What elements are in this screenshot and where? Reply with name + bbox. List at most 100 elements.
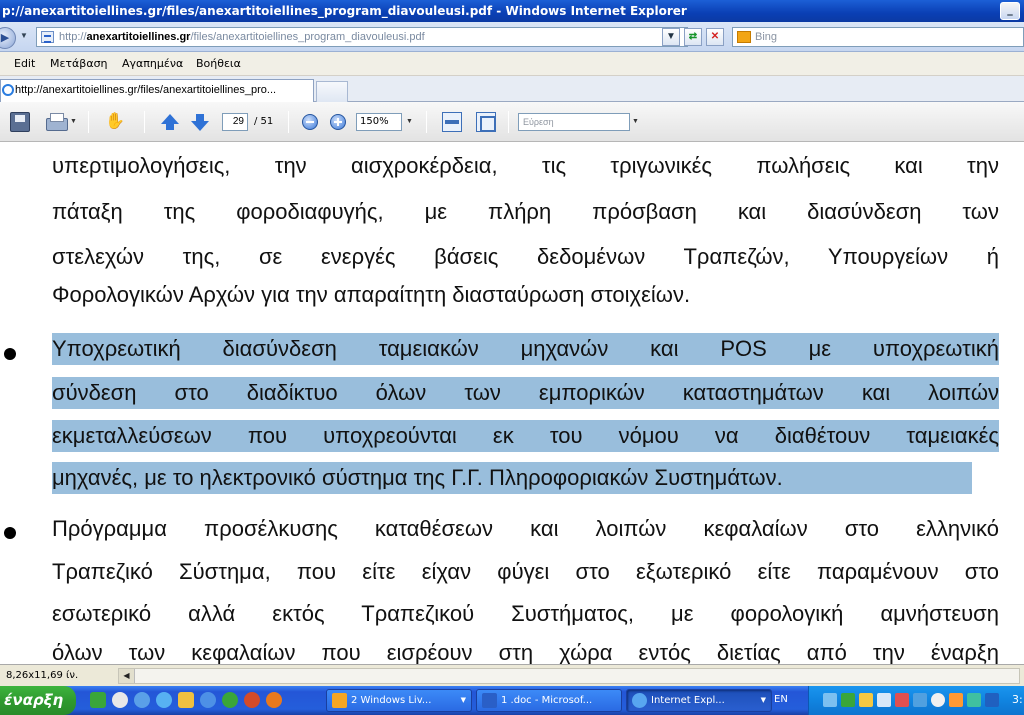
start-button[interactable]: έναρξη (0, 686, 76, 715)
menu-edit[interactable]: Edit (14, 52, 35, 76)
pdf-document-view[interactable]: υπερτιμολογήσεις, την αισχροκέρδεια, τις… (0, 142, 1024, 664)
highlighted-line: Υποχρεωτική διασύνδεση ταμειακών μηχανών… (52, 333, 999, 365)
find-dropdown-icon[interactable]: ▼ (632, 112, 640, 132)
highlighted-line: σύνδεση στο διαδίκτυο όλων των εμπορικών… (52, 377, 999, 409)
document-line: εσωτερικό αλλά εκτός Τραπεζικού Συστήματ… (52, 601, 999, 626)
zoom-level-input[interactable]: 150% (356, 113, 402, 131)
fit-width-icon[interactable] (442, 112, 462, 132)
menu-help[interactable]: Βοήθεια (196, 52, 241, 76)
page-total: / 51 (254, 116, 274, 127)
document-line: στελεχών της, σε ενεργές βάσεις δεδομένω… (52, 244, 999, 269)
tray-icon[interactable] (895, 693, 909, 707)
document-line: πάταξη της φοροδιαφυγής, με πλήρη πρόσβα… (52, 199, 999, 224)
highlighted-line: μηχανές, με το ηλεκτρονικό σύστημα της Γ… (52, 462, 972, 494)
bing-icon (737, 31, 751, 43)
taskbar-button-ie[interactable]: Internet Expl... ▼ (626, 689, 772, 712)
tray-icon[interactable] (823, 693, 837, 707)
app-icon[interactable] (222, 692, 238, 708)
chevron-down-icon: ▼ (460, 696, 466, 704)
app-icon[interactable] (134, 692, 150, 708)
stop-icon[interactable]: ✕ (706, 28, 724, 46)
next-page-icon[interactable] (190, 112, 210, 132)
toolbar-separator (144, 111, 145, 133)
toolbar-separator (508, 111, 509, 133)
print-icon[interactable] (44, 112, 68, 132)
print-dropdown-icon[interactable]: ▼ (70, 112, 78, 132)
url-dropdown-icon[interactable]: ▼ (662, 28, 680, 46)
search-input[interactable]: Bing (732, 27, 1024, 47)
minimize-button[interactable]: _ (1000, 2, 1020, 20)
refresh-icon[interactable]: ⇄ (684, 28, 702, 46)
word-icon (482, 693, 497, 708)
language-indicator[interactable]: EN (774, 692, 788, 708)
search-placeholder: Bing (755, 31, 778, 43)
bullet-marker (4, 527, 16, 539)
tab-row: http://anexartitoiellines.gr/files/anexa… (0, 76, 1024, 102)
scroll-left-icon[interactable]: ◀ (119, 669, 135, 683)
pdf-toolbar: ▼ ✋ 29 / 51 150% ▼ Εύρεση ▼ (0, 102, 1024, 142)
folder-icon[interactable] (178, 692, 194, 708)
document-line: υπερτιμολογήσεις, την αισχροκέρδεια, τις… (52, 153, 999, 178)
url-host: anexartitoiellines.gr (86, 31, 191, 43)
ie-icon[interactable] (156, 692, 172, 708)
app-icon[interactable] (112, 692, 128, 708)
tray-icon[interactable] (913, 693, 927, 707)
app-icon[interactable] (90, 692, 106, 708)
window-title-bar[interactable]: p://anexartitoiellines.gr/files/anexarti… (0, 0, 1024, 22)
taskbar-button-word[interactable]: 1 .doc - Microsof... (476, 689, 622, 712)
url-prefix: http:// (59, 31, 87, 43)
clock: 3: (1012, 693, 1023, 706)
hand-tool-icon[interactable]: ✋ (104, 112, 126, 132)
recent-pages-dropdown[interactable]: ▼ (20, 31, 28, 40)
menu-go[interactable]: Μετάβαση (50, 52, 108, 76)
highlighted-line: εκμεταλλεύσεων που υποχρεούνται εκ του ν… (52, 420, 999, 452)
app-icon[interactable] (200, 692, 216, 708)
window-title: p://anexartitoiellines.gr/files/anexarti… (2, 4, 687, 18)
find-input[interactable]: Εύρεση (518, 113, 630, 131)
windows-live-icon (332, 693, 347, 708)
task-label: 1 .doc - Microsof... (501, 695, 593, 706)
toolbar-separator (88, 111, 89, 133)
fit-page-icon[interactable] (476, 112, 496, 132)
tray-icon[interactable] (967, 693, 981, 707)
tab-active[interactable]: http://anexartitoiellines.gr/files/anexa… (0, 79, 314, 102)
app-icon[interactable] (244, 692, 260, 708)
toolbar-separator (426, 111, 427, 133)
zoom-in-icon[interactable] (330, 114, 346, 130)
taskbar: έναρξη 2 Windows Liv... ▼ 1 .doc - Micro… (0, 686, 1024, 715)
page-size-label: 8,26x11,69 ίν. (6, 670, 79, 681)
document-line: όλων των κεφαλαίων που εισρέουν στη χώρα… (52, 640, 999, 664)
tray-icon[interactable] (949, 693, 963, 707)
previous-page-icon[interactable] (160, 112, 180, 132)
zoom-out-icon[interactable] (302, 114, 318, 130)
tray-icon[interactable] (841, 693, 855, 707)
ie-icon (2, 84, 14, 96)
page-icon (41, 31, 54, 43)
tray-icon[interactable] (931, 693, 945, 707)
page-number-input[interactable]: 29 (222, 113, 248, 131)
menu-favorites[interactable]: Αγαπημένα (122, 52, 183, 76)
ie-icon (632, 693, 647, 708)
save-icon[interactable] (10, 112, 30, 132)
menu-bar: Edit Μετάβαση Αγαπημένα Βοήθεια (0, 52, 1024, 76)
task-label: 2 Windows Liv... (351, 695, 432, 706)
tab-label: http://anexartitoiellines.gr/files/anexa… (15, 84, 277, 96)
zoom-dropdown-icon[interactable]: ▼ (406, 112, 414, 132)
url-path: /files/anexartitoiellines_program_diavou… (190, 31, 425, 43)
url-field[interactable]: http://anexartitoiellines.gr/files/anexa… (36, 27, 688, 47)
tray-icon[interactable] (985, 693, 999, 707)
tray-icon[interactable] (877, 693, 891, 707)
bullet-marker (4, 348, 16, 360)
forward-button[interactable]: ▶ (0, 27, 16, 49)
document-line: Τραπεζικό Σύστημα, που είτε είχαν φύγει … (52, 559, 999, 584)
document-line: Φορολογικών Αρχών για την απαραίτητη δια… (52, 282, 691, 307)
address-bar: ▶ ▼ http://anexartitoiellines.gr/files/a… (0, 22, 1024, 52)
tray-icon[interactable] (859, 693, 873, 707)
new-tab-button[interactable] (316, 81, 348, 102)
chevron-down-icon: ▼ (760, 696, 766, 704)
taskbar-button-windows-live[interactable]: 2 Windows Liv... ▼ (326, 689, 472, 712)
horizontal-scrollbar[interactable]: ◀ (118, 668, 1020, 684)
document-line: Πρόγραμμα προσέλκυσης καταθέσεων και λοι… (52, 516, 999, 541)
toolbar-separator (288, 111, 289, 133)
firefox-icon[interactable] (266, 692, 282, 708)
